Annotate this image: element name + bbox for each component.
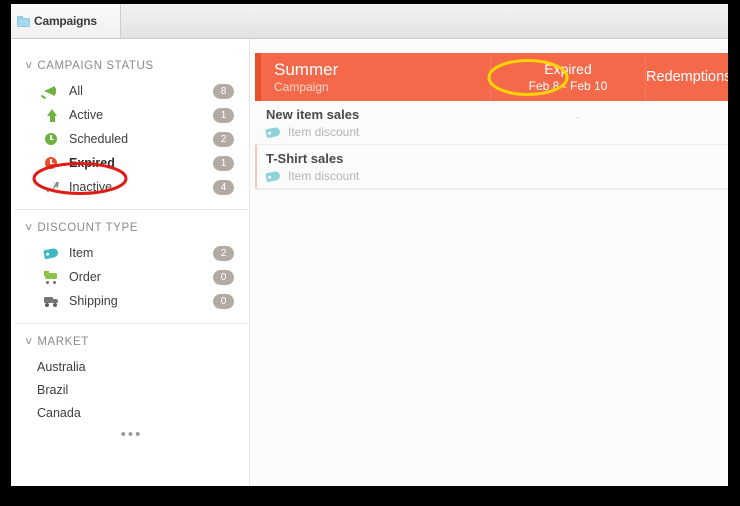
filters-sidebar: ∨ CAMPAIGN STATUS All 8 Active 1 [15, 48, 248, 486]
row-title: T-Shirt sales [266, 151, 728, 167]
sidebar-item-expired[interactable]: Expired 1 [15, 151, 248, 175]
status-badge: 1 [213, 156, 234, 171]
status-badge: 0 [213, 270, 234, 285]
sidebar-item-label: Expired [69, 156, 213, 170]
sidebar-item-brazil[interactable]: Brazil [15, 378, 248, 401]
market-show-more-button[interactable]: ••• [15, 424, 248, 446]
status-badge: 8 [213, 84, 234, 99]
group-title: MARKET [37, 336, 89, 348]
status-badge: 1 [213, 108, 234, 123]
row-title: New item sales [266, 107, 728, 123]
campaign-rows: New item sales Item discount - T-Shirt s… [255, 101, 728, 486]
browser-window: Campaigns ∨ CAMPAIGN STATUS All 8 [11, 4, 728, 486]
tab-strip: Campaigns [11, 4, 728, 39]
arrow-crossed-icon [43, 180, 60, 195]
filter-group-campaign-status: ∨ CAMPAIGN STATUS All 8 Active 1 [15, 48, 248, 210]
screen: Campaigns ∨ CAMPAIGN STATUS All 8 [0, 0, 740, 506]
sidebar-item-inactive[interactable]: Inactive 4 [15, 175, 248, 199]
campaign-title: Summer [274, 60, 490, 79]
campaign-status-column: Expired Feb 8 - Feb 10 [490, 53, 645, 101]
status-badge: 2 [213, 132, 234, 147]
status-badge: 4 [213, 180, 234, 195]
redemptions-label: Redemptions [646, 69, 728, 85]
sidebar-item-order[interactable]: Order 0 [15, 265, 248, 289]
sidebar-item-all[interactable]: All 8 [15, 79, 248, 103]
sidebar-item-australia[interactable]: Australia [15, 355, 248, 378]
sidebar-item-active[interactable]: Active 1 [15, 103, 248, 127]
chevron-down-icon: ∨ [24, 61, 33, 71]
tab-campaigns[interactable]: Campaigns [11, 4, 121, 38]
clock-red-icon [43, 156, 60, 171]
table-row[interactable]: T-Shirt sales Item discount [255, 145, 728, 189]
truck-icon [43, 294, 60, 309]
campaign-header-row[interactable]: Summer Campaign Expired Feb 8 - Feb 10 R… [255, 53, 728, 101]
row-subtitle: Item discount [288, 123, 359, 141]
campaign-type: Campaign [274, 79, 490, 95]
arrow-up-icon [43, 108, 60, 123]
sidebar-item-label: Active [69, 108, 213, 122]
megaphone-icon [43, 84, 60, 99]
campaign-redemptions-column: Redemptions [645, 53, 728, 101]
app-body: ∨ CAMPAIGN STATUS All 8 Active 1 [11, 39, 728, 486]
status-badge: 0 [213, 294, 234, 309]
sidebar-item-shipping[interactable]: Shipping 0 [15, 289, 248, 313]
sidebar-item-label: Shipping [69, 294, 213, 308]
sidebar-item-label: Order [69, 270, 213, 284]
filter-group-market: ∨ MARKET Australia Brazil Canada ••• [15, 324, 248, 456]
folder-icon [17, 16, 30, 27]
chevron-down-icon: ∨ [24, 223, 33, 233]
sidebar-item-canada[interactable]: Canada [15, 401, 248, 424]
group-header-campaign-status[interactable]: ∨ CAMPAIGN STATUS [15, 60, 248, 72]
table-row[interactable]: New item sales Item discount - [255, 101, 728, 145]
group-header-market[interactable]: ∨ MARKET [15, 336, 248, 348]
empty-list-area [255, 189, 728, 486]
sidebar-item-label: Scheduled [69, 132, 213, 146]
row-redemptions-value: - [576, 110, 580, 124]
tab-label: Campaigns [34, 14, 97, 28]
row-subtitle-wrap: Item discount [266, 167, 728, 185]
campaign-dates: Feb 8 - Feb 10 [529, 78, 608, 94]
row-subtitle-wrap: Item discount [266, 123, 728, 141]
campaign-name-column: Summer Campaign [255, 53, 490, 101]
sidebar-item-label: Item [69, 246, 213, 260]
clock-green-icon [43, 132, 60, 147]
sidebar-item-item[interactable]: Item 2 [15, 241, 248, 265]
sidebar-item-label: Inactive [69, 180, 213, 194]
group-title: DISCOUNT TYPE [37, 222, 138, 234]
row-subtitle: Item discount [288, 167, 359, 185]
campaign-accent-strip [255, 53, 261, 101]
tag-icon [266, 171, 281, 181]
group-title: CAMPAIGN STATUS [37, 60, 153, 72]
group-header-discount-type[interactable]: ∨ DISCOUNT TYPE [15, 222, 248, 234]
chevron-down-icon: ∨ [24, 337, 33, 347]
campaign-list-pane: Summer Campaign Expired Feb 8 - Feb 10 R… [250, 39, 728, 486]
campaign-status: Expired [544, 60, 591, 78]
cart-icon [43, 270, 60, 285]
status-badge: 2 [213, 246, 234, 261]
sidebar-item-label: All [69, 84, 213, 98]
tag-icon [266, 127, 281, 137]
tag-icon [43, 246, 60, 261]
filter-group-discount-type: ∨ DISCOUNT TYPE Item 2 Order 0 [15, 210, 248, 324]
sidebar-item-scheduled[interactable]: Scheduled 2 [15, 127, 248, 151]
